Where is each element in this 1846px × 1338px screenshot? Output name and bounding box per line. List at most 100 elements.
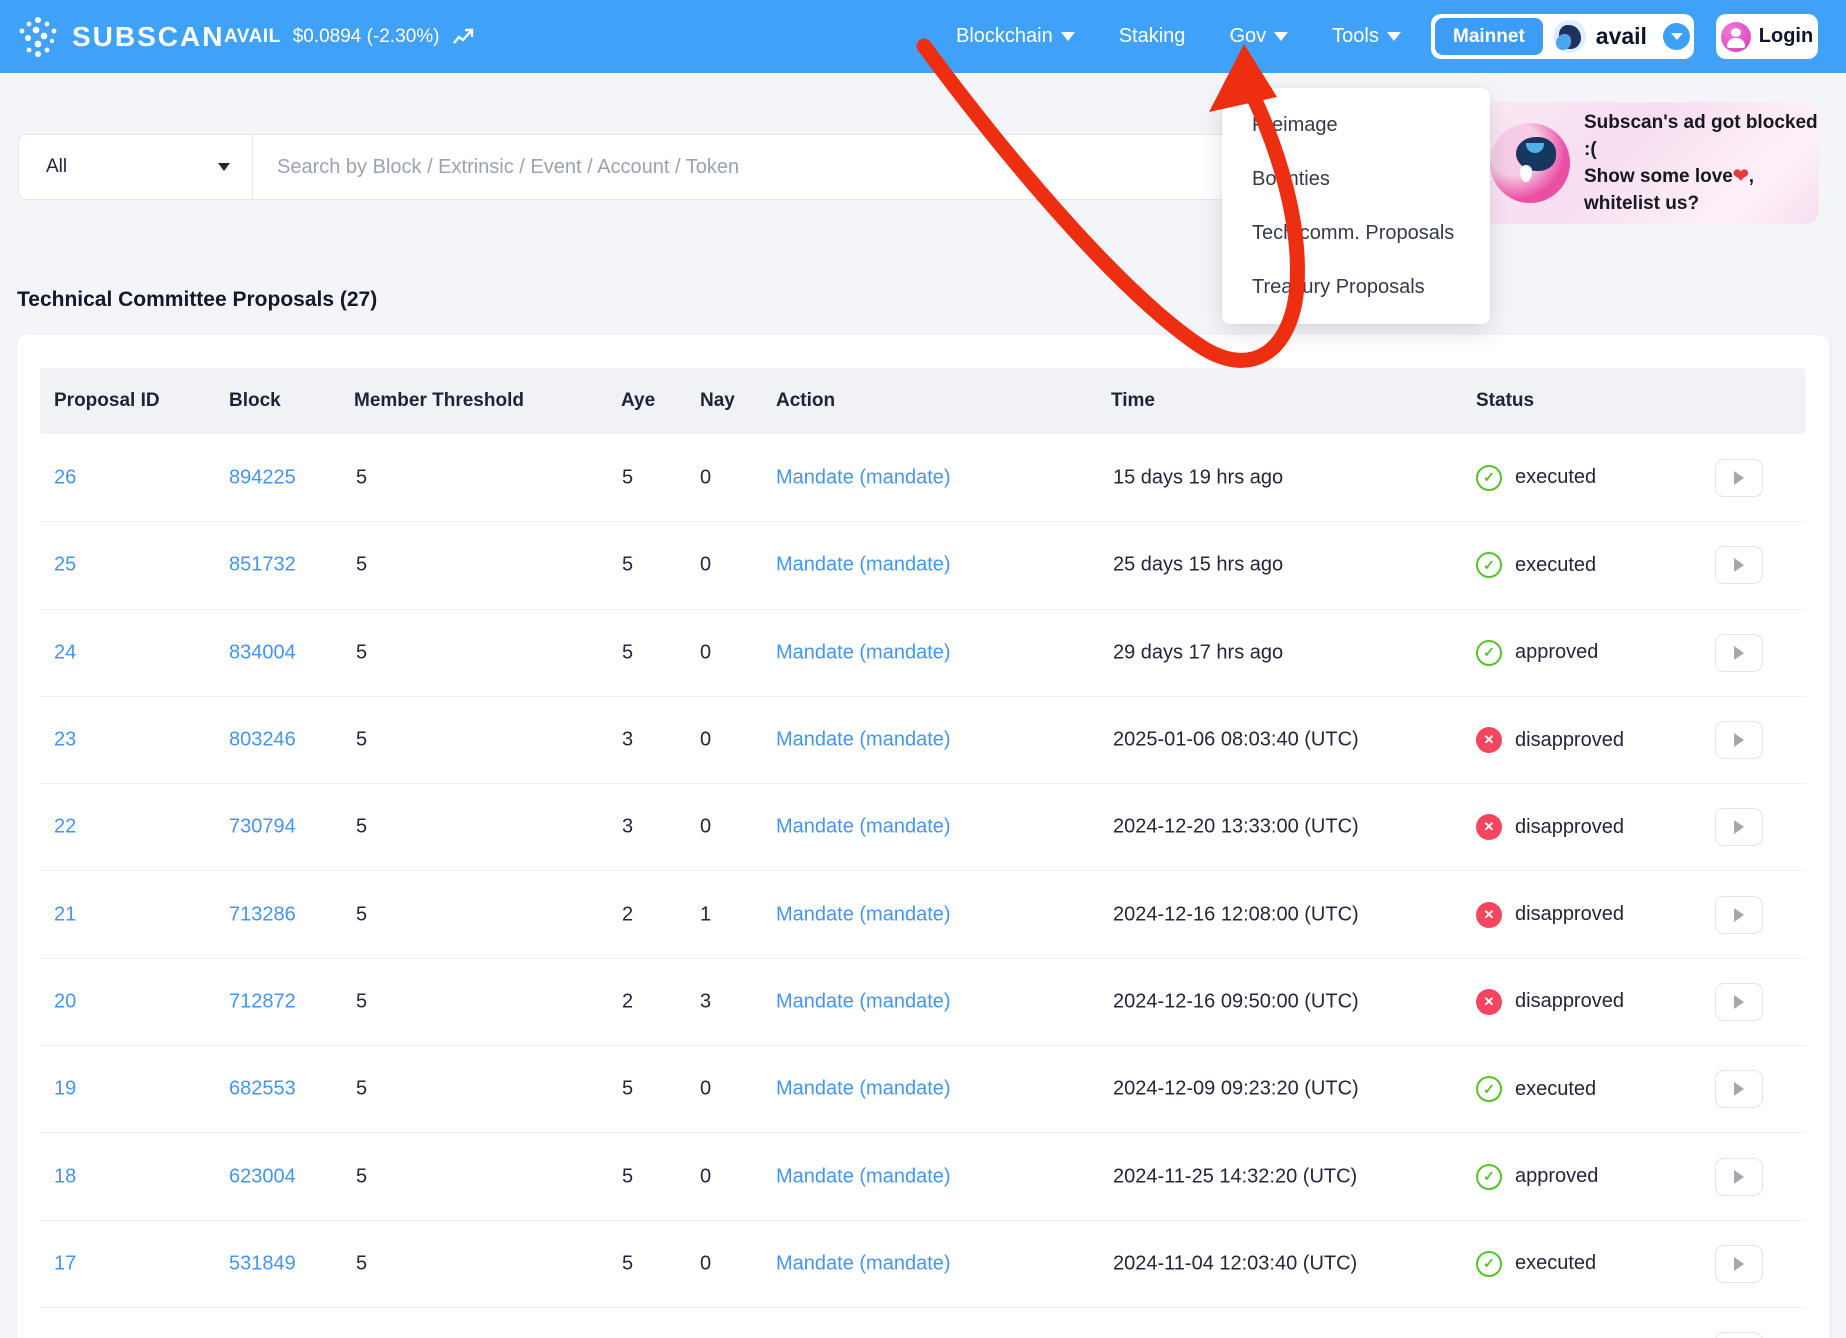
menu-item-tools[interactable]: Tools [1332,25,1401,48]
action-link[interactable]: Mandate (mandate) [776,990,951,1013]
user-avatar-icon [1721,22,1751,52]
member-threshold-value: 5 [356,641,367,664]
nay-value: 0 [700,1165,711,1188]
network-dropdown-button[interactable] [1663,23,1690,50]
expand-row-button[interactable] [1715,1070,1763,1108]
proposal-id-link[interactable]: 21 [54,903,76,926]
table-header-row: Proposal ID Block Member Threshold Aye N… [40,368,1806,434]
expand-row-button[interactable] [1715,634,1763,672]
login-button[interactable]: Login [1716,14,1818,59]
aye-value: 3 [622,729,633,752]
chevron-down-icon [218,163,230,171]
expand-row-button[interactable] [1715,808,1763,846]
block-link[interactable]: 682553 [229,1078,296,1101]
menu-item-blockchain[interactable]: Blockchain [956,25,1075,48]
proposal-id-link[interactable]: 17 [54,1252,76,1275]
gov-menu-item-preimage[interactable]: Preimage [1222,98,1490,152]
expand-row-button[interactable] [1715,983,1763,1021]
table-row: 19 682553 5 5 0 Mandate (mandate) 2024-1… [40,1045,1806,1132]
member-threshold-value: 5 [356,1078,367,1101]
status-label: approved [1515,1165,1598,1188]
action-link[interactable]: Mandate (mandate) [776,903,951,926]
gov-menu-item-tech-comm-proposals[interactable]: Tech.comm. Proposals [1222,206,1490,260]
status-icon: ✕ [1476,902,1502,928]
member-threshold-value: 5 [356,1252,367,1275]
price-chart-icon[interactable] [452,27,474,47]
subscan-logo[interactable]: SUBSCAN [16,0,224,73]
expand-row-button[interactable] [1715,721,1763,759]
action-link[interactable]: Mandate (mandate) [776,466,951,489]
expand-row-button[interactable] [1715,1245,1763,1283]
block-link[interactable]: 851732 [229,554,296,577]
proposal-id-link[interactable]: 23 [54,729,76,752]
caret-right-icon [1734,995,1744,1009]
time-value: 15 days 19 hrs ago [1113,466,1283,489]
action-link[interactable]: Mandate (mandate) [776,729,951,752]
gov-menu-item-bounties[interactable]: Bounties [1222,152,1490,206]
network-switcher: Mainnet avail [1431,14,1694,59]
aye-value: 5 [622,466,633,489]
aye-value: 3 [622,816,633,839]
aye-value: 2 [622,903,633,926]
block-link[interactable]: 894225 [229,466,296,489]
time-value: 2024-12-20 13:33:00 (UTC) [1113,816,1359,839]
proposal-id-link[interactable]: 22 [54,816,76,839]
status-badge: ✓ executed [1476,1251,1596,1277]
expand-row-button[interactable] [1715,1158,1763,1196]
search-filter-value: All [46,156,67,178]
table-row: 24 834004 5 5 0 Mandate (mandate) 29 day… [40,609,1806,696]
action-link[interactable]: Mandate (mandate) [776,554,951,577]
status-badge: ✕ disapproved [1476,902,1624,928]
mainnet-button[interactable]: Mainnet [1435,18,1543,55]
action-link[interactable]: Mandate (mandate) [776,641,951,664]
menu-item-gov[interactable]: Gov [1229,25,1288,48]
caret-right-icon [1734,558,1744,572]
proposal-id-link[interactable]: 26 [54,466,76,489]
menu-item-staking[interactable]: Staking [1119,25,1186,48]
action-link[interactable]: Mandate (mandate) [776,1078,951,1101]
block-link[interactable]: 730794 [229,816,296,839]
block-link[interactable]: 713286 [229,903,296,926]
proposal-id-link[interactable]: 18 [54,1165,76,1188]
block-link[interactable]: 712872 [229,990,296,1013]
proposal-id-link[interactable]: 19 [54,1078,76,1101]
column-header-action: Action [776,390,835,412]
gov-dropdown-menu: Preimage Bounties Tech.comm. Proposals T… [1222,88,1490,324]
gov-menu-item-treasury-proposals[interactable]: Treasury Proposals [1222,260,1490,314]
token-price: $0.0894 (-2.30%) [293,26,440,48]
status-badge: ✓ approved [1476,1164,1598,1190]
action-link[interactable]: Mandate (mandate) [776,816,951,839]
nay-value: 0 [700,729,711,752]
status-icon: ✓ [1476,465,1502,491]
proposal-id-link[interactable]: 20 [54,990,76,1013]
action-link[interactable]: Mandate (mandate) [776,1252,951,1275]
aye-value: 5 [622,1078,633,1101]
nay-value: 1 [700,903,711,926]
block-link[interactable]: 803246 [229,729,296,752]
member-threshold-value: 5 [356,816,367,839]
expand-row-button[interactable] [1715,546,1763,584]
status-icon: ✕ [1476,989,1502,1015]
expand-row-button[interactable] [1715,896,1763,934]
proposal-id-link[interactable]: 25 [54,554,76,577]
block-link[interactable]: 834004 [229,641,296,664]
status-icon: ✓ [1476,1251,1502,1277]
status-badge: ✓ executed [1476,465,1596,491]
caret-right-icon [1734,908,1744,922]
proposal-id-link[interactable]: 24 [54,641,76,664]
member-threshold-value: 5 [356,990,367,1013]
action-link[interactable]: Mandate (mandate) [776,1165,951,1188]
block-link[interactable]: 623004 [229,1165,296,1188]
search-filter-select[interactable]: All [19,135,253,199]
expand-row-button[interactable] [1715,1332,1763,1338]
subscan-dots-icon [16,15,60,59]
aye-value: 5 [622,1252,633,1275]
table-row: Mandate (mandate) ✓ [40,1307,1806,1338]
time-value: 2025-01-06 08:03:40 (UTC) [1113,729,1359,752]
nay-value: 3 [700,990,711,1013]
status-label: executed [1515,554,1596,577]
caret-right-icon [1734,820,1744,834]
aye-value: 5 [622,554,633,577]
expand-row-button[interactable] [1715,459,1763,497]
block-link[interactable]: 531849 [229,1252,296,1275]
